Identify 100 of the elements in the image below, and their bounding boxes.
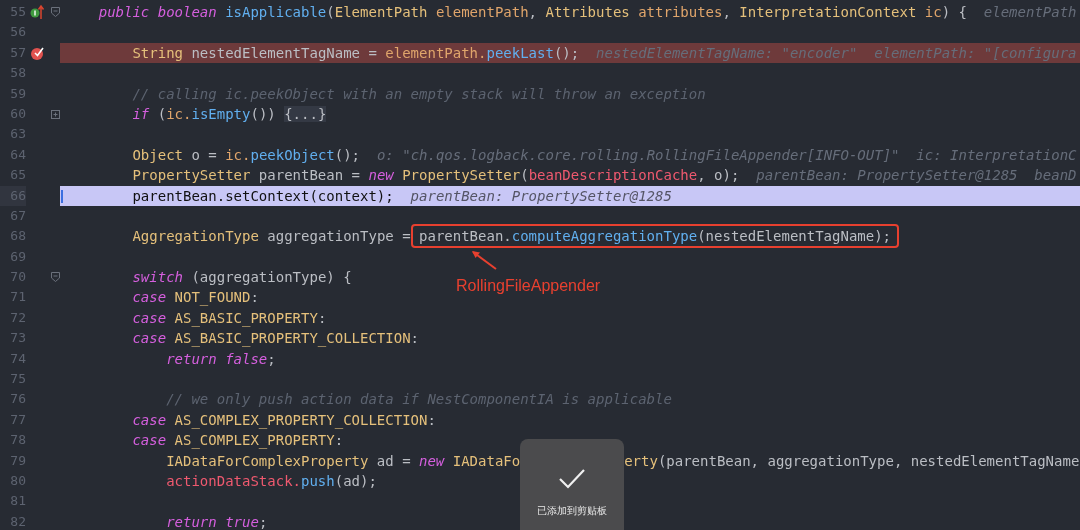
code-token: new <box>419 452 445 469</box>
line-number: 58 <box>9 64 26 83</box>
line-number: 77 <box>9 410 26 429</box>
code-token: case <box>131 289 167 306</box>
line-number: 74 <box>9 349 26 368</box>
toast-message: 已添加到剪贴板 <box>537 503 608 518</box>
line-number: 73 <box>9 329 26 348</box>
code-token: new <box>368 167 394 184</box>
code-token: , <box>528 4 539 20</box>
code-token: IADataFo <box>451 452 521 469</box>
code-token: attributes <box>637 4 723 20</box>
override-marker-icon[interactable] <box>30 4 46 21</box>
code-token: ic. <box>166 105 192 122</box>
code-token: ; <box>267 350 276 367</box>
code-token: parentBean. <box>419 228 512 245</box>
code-token: ic <box>923 4 942 20</box>
code-token: ; <box>258 513 268 530</box>
checkmark-icon <box>558 467 587 490</box>
code-token: InterpretationContext <box>739 4 917 20</box>
code-token: PropertySetter <box>131 167 251 184</box>
code-token: AS_BASIC_PROPERTY <box>173 309 318 326</box>
code-token: , <box>722 4 732 20</box>
code-token: o = <box>190 146 218 163</box>
debug-value-hint: elementPath <box>982 4 1077 20</box>
code-token: AS_COMPLEX_PROPERTY <box>173 432 335 449</box>
code-token: ( <box>520 167 529 184</box>
code-token: elementPath <box>434 4 529 20</box>
line-number: 82 <box>9 512 26 530</box>
debug-value-hint: o: "ch.qos.logback.core.rolling.RollingFileAppender[INFO-OUT]" ic: InterpretationC <box>375 146 1077 163</box>
code-token: Attributes <box>545 4 630 20</box>
code-token: ElementPath <box>334 4 428 20</box>
fold-icon[interactable] <box>50 272 60 283</box>
line-number: 65 <box>9 166 26 185</box>
code-token: switch <box>131 269 183 286</box>
line-number: 63 <box>9 125 26 144</box>
code-token: peekLast <box>486 44 554 61</box>
code-token: case <box>131 309 167 326</box>
code-comment: // calling ic.peekObject with an empty stack will throw an exception <box>131 85 706 102</box>
code-token: (ad); <box>334 473 377 489</box>
code-token: return true <box>165 513 259 530</box>
line-number: 80 <box>9 472 26 490</box>
text-caret <box>61 189 63 203</box>
code-token: IADataForComplexProperty <box>165 452 369 469</box>
code-token: aggregationType = <box>266 228 412 245</box>
code-token: (nestedElementTagName); <box>697 228 892 245</box>
code-token: ) { <box>941 4 967 20</box>
code-token: computeAggregationType <box>511 228 698 245</box>
code-token: : <box>334 432 344 449</box>
code-token: parentBean = <box>257 167 361 184</box>
code-token: NOT_FOUND <box>173 289 251 306</box>
code-token: : <box>317 309 327 326</box>
code-token: isApplicable <box>224 4 327 20</box>
line-number: 71 <box>9 288 26 307</box>
code-token: if <box>131 105 150 122</box>
expand-icon[interactable] <box>50 109 60 119</box>
line-number: 60 <box>9 104 26 123</box>
code-token: elementPath. <box>385 44 487 61</box>
code-token: push <box>301 473 335 489</box>
code-token: case <box>131 432 167 449</box>
code-token: public boolean <box>97 4 217 20</box>
folded-code[interactable]: {...} <box>284 105 327 122</box>
code-token: ( <box>156 105 167 122</box>
code-token: ( <box>326 4 335 20</box>
code-token: case <box>131 330 167 347</box>
code-token: PropertySetter <box>401 167 521 184</box>
line-number: 59 <box>9 84 26 103</box>
line-number: 64 <box>9 145 26 164</box>
code-token: , o); <box>697 167 740 184</box>
code-token: (); <box>553 44 580 61</box>
code-token: : <box>427 411 436 428</box>
line-number: 78 <box>9 431 26 450</box>
line-number: 56 <box>9 23 26 42</box>
code-comment: // we only push action data if NestComponentIA is applicable <box>165 391 672 408</box>
line-number: 69 <box>9 247 26 266</box>
callout-text: RollingFileAppender <box>456 276 601 297</box>
code-token: nestedElementTagName = <box>190 44 378 61</box>
line-number: 75 <box>9 370 26 389</box>
code-token: AS_COMPLEX_PROPERTY_COLLECTION <box>173 411 428 428</box>
code-token: ()) <box>250 105 277 122</box>
code-token: return false <box>165 350 268 367</box>
code-token: : <box>250 289 259 306</box>
line-number: 81 <box>9 492 26 511</box>
code-token: actionDataStack. <box>165 473 301 489</box>
fold-icon[interactable] <box>50 7 60 18</box>
code-token: AS_BASIC_PROPERTY_COLLECTION <box>173 330 411 347</box>
line-number: 57 <box>9 43 26 62</box>
code-token: AggregationType <box>131 228 259 245</box>
line-number: 79 <box>9 451 26 470</box>
code-token: String <box>131 44 183 61</box>
code-token: isEmpty <box>191 105 251 122</box>
code-token: erty <box>624 452 658 469</box>
line-number: 55 <box>9 3 26 21</box>
line-number: 76 <box>9 390 26 409</box>
code-token: (parentBean, aggregationType, nestedElementTagName <box>657 452 1080 469</box>
debug-value-hint: parentBean: PropertySetter@1285 <box>409 187 672 204</box>
code-token: (); <box>334 146 361 163</box>
code-token: parentBean.setContext(context); <box>131 187 394 204</box>
code-token: (aggregationType) { <box>190 269 352 286</box>
line-number: 67 <box>9 206 26 225</box>
callout-arrow <box>471 250 498 271</box>
